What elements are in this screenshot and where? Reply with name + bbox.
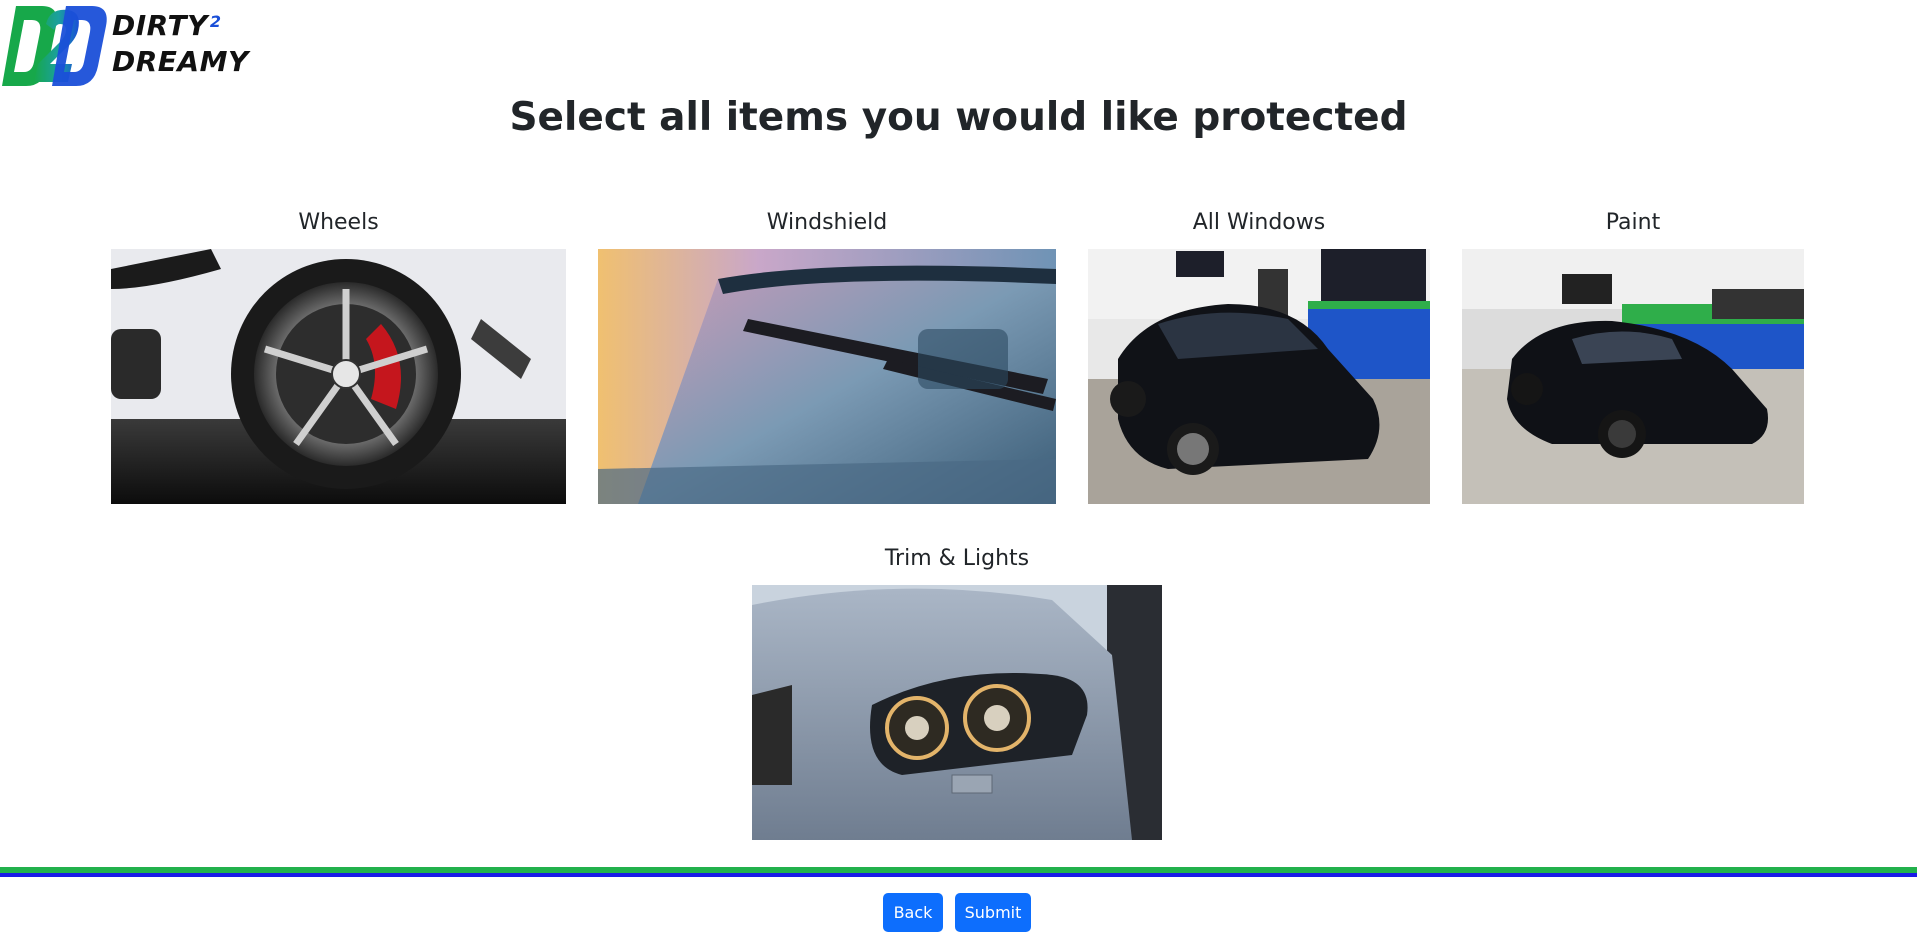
page-title: Select all items you would like protecte… [509,95,1408,140]
option-label: All Windows [1192,210,1326,235]
windshield-image[interactable] [598,249,1056,504]
footer-divider-blue [0,873,1917,877]
paint-image[interactable] [1462,249,1804,504]
option-label: Windshield [766,210,888,235]
d2d-logo-mark [2,6,107,86]
option-label: Paint [1605,210,1661,235]
logo-wordmark: DIRTY 2 DREAMY [112,10,249,78]
logo-line1: DIRTY [112,9,208,42]
submit-button[interactable]: Submit [955,893,1031,932]
all-windows-image[interactable] [1088,249,1430,504]
page: DIRTY 2 DREAMY Select all items you would… [0,0,1917,943]
brand-logo[interactable]: DIRTY 2 DREAMY [2,2,248,88]
option-wheels[interactable]: Wheels [111,208,566,504]
option-label: Trim & Lights [884,546,1030,571]
option-trim-and-lights[interactable]: Trim & Lights [752,544,1162,840]
logo-superscript: 2 [209,12,222,31]
option-all-windows[interactable]: All Windows [1088,208,1430,504]
trim-lights-image[interactable] [752,585,1162,840]
option-windshield[interactable]: Windshield [598,208,1056,504]
logo-line2: DREAMY [112,45,249,78]
back-button[interactable]: Back [883,893,943,932]
wheels-image[interactable] [111,249,566,504]
option-paint[interactable]: Paint [1462,208,1804,504]
option-label: Wheels [298,210,379,235]
